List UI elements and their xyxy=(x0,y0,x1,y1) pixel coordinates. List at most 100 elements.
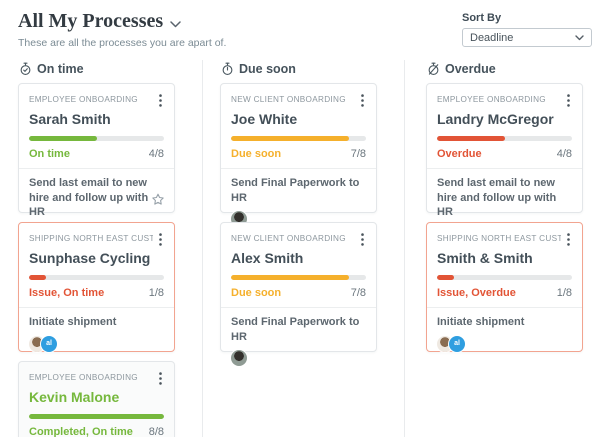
favorite-star-button[interactable] xyxy=(151,193,165,206)
card-category: SHIPPING NORTH EAST CUSTOMERS xyxy=(437,234,561,243)
card-category-row: NEW CLIENT ONBOARDING xyxy=(231,232,366,247)
card-category: NEW CLIENT ONBOARDING xyxy=(231,95,346,104)
card-divider xyxy=(427,307,582,308)
card-category-row: EMPLOYEE ONBOARDING xyxy=(29,93,164,108)
progress-fill xyxy=(437,136,505,141)
page-title-text: All My Processes xyxy=(18,9,164,32)
status-label: Due soon xyxy=(231,148,282,160)
card-title: Landry McGregor xyxy=(437,111,554,127)
kebab-menu-button[interactable] xyxy=(565,93,572,108)
progress-count: 1/8 xyxy=(148,287,164,299)
column-on-time: On time EMPLOYEE ONBOARDING Sarah Smith On … xyxy=(18,62,175,437)
card-category-row: SHIPPING NORTH EAST CUSTOMERS xyxy=(29,232,164,247)
kebab-icon xyxy=(361,233,364,246)
kebab-menu-button[interactable] xyxy=(157,93,164,108)
process-card[interactable]: SHIPPING NORTH EAST CUSTOMERS Smith & Smi… xyxy=(426,222,583,352)
column-header-due-soon: Due soon xyxy=(221,62,377,76)
current-task-label: Send Final Paperwork to HR xyxy=(231,316,360,343)
sort-by-group: Sort By Deadline xyxy=(462,12,592,47)
avatar-group: al xyxy=(437,335,572,352)
progress-fill xyxy=(29,275,46,280)
progress-fill xyxy=(231,275,350,280)
current-task-label: Send last email to new hire and follow u… xyxy=(29,177,149,219)
status-label: Overdue xyxy=(437,148,482,160)
page-title: All My Processes xyxy=(18,8,181,34)
kebab-icon xyxy=(361,94,364,107)
card-status-row: Issue, On time 1/8 xyxy=(29,287,164,299)
kebab-menu-button[interactable] xyxy=(359,93,366,108)
card-title: Smith & Smith xyxy=(437,250,533,266)
kebab-icon xyxy=(567,94,570,107)
card-category: EMPLOYEE ONBOARDING xyxy=(437,95,546,104)
card-category-row: EMPLOYEE ONBOARDING xyxy=(29,371,164,386)
progress-count: 4/8 xyxy=(148,148,164,160)
column-label: Overdue xyxy=(445,62,496,76)
card-status-row: Due soon 7/8 xyxy=(231,148,366,160)
progress-fill xyxy=(29,136,97,141)
star-icon xyxy=(151,193,165,206)
process-card[interactable]: EMPLOYEE ONBOARDING Sarah Smith On time 4/8… xyxy=(18,83,175,242)
avatar-initials: al xyxy=(449,335,465,352)
avatar-man-beanie xyxy=(231,350,247,367)
card-status-row: On time 4/8 xyxy=(29,148,164,160)
kebab-icon xyxy=(159,372,162,385)
progress-bar xyxy=(437,275,572,280)
status-label: Issue, Overdue xyxy=(437,287,516,299)
card-status-row: Overdue 4/8 xyxy=(437,148,572,160)
card-category-row: SHIPPING NORTH EAST CUSTOMERS xyxy=(437,232,572,247)
process-card[interactable]: NEW CLIENT ONBOARDING Joe White Due soon 7/… xyxy=(220,83,377,228)
avatar-group xyxy=(231,350,366,367)
kebab-menu-button[interactable] xyxy=(157,232,164,247)
progress-fill xyxy=(231,136,350,141)
chevron-down-icon[interactable] xyxy=(170,11,181,34)
card-title: Sarah Smith xyxy=(29,111,111,127)
card-divider xyxy=(221,168,376,169)
process-card[interactable]: EMPLOYEE ONBOARDING Landry McGregor Overdu… xyxy=(426,83,583,242)
column-cards: EMPLOYEE ONBOARDING Sarah Smith On time 4/8… xyxy=(18,83,175,437)
timer-off-icon xyxy=(427,62,440,76)
process-card[interactable]: EMPLOYEE ONBOARDING Kevin Malone Completed… xyxy=(18,361,175,437)
timer-check-icon xyxy=(19,62,32,76)
kebab-menu-button[interactable] xyxy=(157,371,164,386)
column-divider xyxy=(404,60,405,437)
progress-bar xyxy=(231,275,366,280)
card-category: EMPLOYEE ONBOARDING xyxy=(29,373,138,382)
kebab-icon xyxy=(159,233,162,246)
current-task-label: Initiate shipment xyxy=(29,316,117,328)
chevron-down-icon xyxy=(575,32,584,44)
sort-by-select[interactable]: Deadline xyxy=(462,28,592,47)
avatar-group: al xyxy=(29,335,164,352)
column-cards: EMPLOYEE ONBOARDING Landry McGregor Overdu… xyxy=(426,83,583,352)
sort-by-label: Sort By xyxy=(462,12,502,24)
status-label: On time xyxy=(29,148,70,160)
progress-count: 7/8 xyxy=(350,148,366,160)
progress-bar xyxy=(29,414,164,419)
card-category: EMPLOYEE ONBOARDING xyxy=(29,95,138,104)
card-title: Joe White xyxy=(231,111,298,127)
avatar-initials: al xyxy=(41,335,57,352)
column-overdue: Overdue EMPLOYEE ONBOARDING Landry McGrego… xyxy=(426,62,583,361)
process-card[interactable]: SHIPPING NORTH EAST CUSTOMERS Sunphase Cy… xyxy=(18,222,175,352)
progress-count: 4/8 xyxy=(556,148,572,160)
progress-count: 1/8 xyxy=(556,287,572,299)
status-label: Completed, On time xyxy=(29,426,133,437)
card-category-row: EMPLOYEE ONBOARDING xyxy=(437,93,572,108)
current-task-label: Send Final Paperwork to HR xyxy=(231,177,360,204)
status-label: Due soon xyxy=(231,287,282,299)
kebab-icon xyxy=(567,233,570,246)
card-category: SHIPPING NORTH EAST CUSTOMERS xyxy=(29,234,153,243)
current-task-label: Send last email to new hire and follow u… xyxy=(437,177,557,219)
kebab-menu-button[interactable] xyxy=(565,232,572,247)
column-label: On time xyxy=(37,62,84,76)
status-label: Issue, On time xyxy=(29,287,105,299)
card-divider xyxy=(221,307,376,308)
process-card[interactable]: NEW CLIENT ONBOARDING Alex Smith Due soon 7… xyxy=(220,222,377,367)
kebab-menu-button[interactable] xyxy=(359,232,366,247)
timer-icon xyxy=(221,62,234,76)
all-my-processes-page: All My Processes These are all the proce… xyxy=(0,0,600,437)
card-title: Kevin Malone xyxy=(29,389,120,405)
card-divider xyxy=(19,168,174,169)
card-status-row: Due soon 7/8 xyxy=(231,287,366,299)
progress-fill xyxy=(29,414,164,419)
progress-bar xyxy=(29,275,164,280)
